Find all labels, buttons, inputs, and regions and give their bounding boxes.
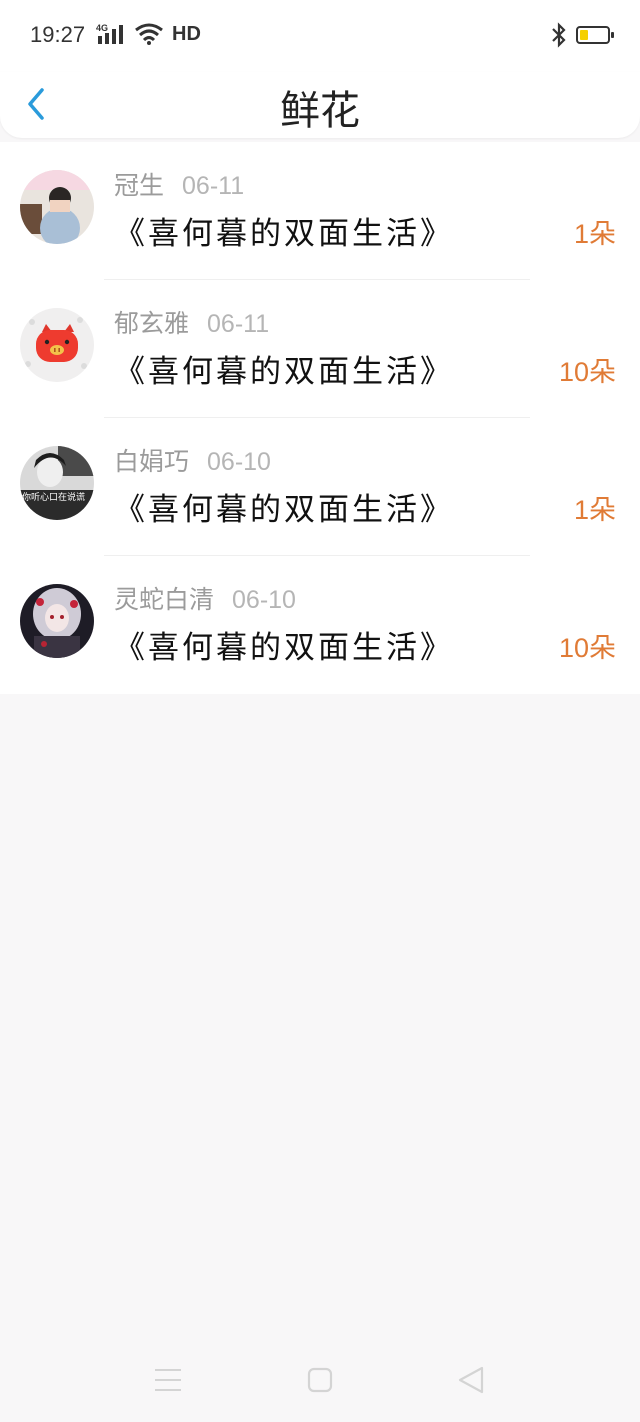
svg-text:你听心口在说谎: 你听心口在说谎 bbox=[22, 491, 85, 503]
bw-portrait-icon: 你听心口在说谎 bbox=[20, 446, 94, 520]
page-title: 鲜花 bbox=[280, 88, 360, 134]
home-button[interactable] bbox=[300, 1360, 340, 1400]
flower-count: 1朵 bbox=[573, 495, 616, 525]
user-avatar-photo-icon bbox=[20, 170, 94, 244]
sender-name: 灵蛇白清 bbox=[114, 585, 215, 614]
svg-text:4G: 4G bbox=[96, 23, 108, 33]
battery-icon bbox=[576, 26, 614, 44]
send-date: 06-11 bbox=[207, 310, 270, 338]
page-header: 鲜花 bbox=[0, 72, 640, 138]
book-title: 《喜何暮的双面生活》 bbox=[114, 630, 454, 666]
sender-name: 白娟巧 bbox=[114, 447, 190, 476]
sender-line: 灵蛇白清 06-10 bbox=[114, 580, 296, 616]
list-item[interactable]: 灵蛇白清 06-10 《喜何暮的双面生活》 10朵 bbox=[0, 556, 640, 694]
battery-level bbox=[580, 30, 588, 40]
home-square-icon bbox=[307, 1367, 333, 1393]
avatar bbox=[20, 584, 94, 658]
system-navbar bbox=[0, 1340, 640, 1422]
avatar bbox=[20, 170, 94, 244]
list-item[interactable]: 郁玄雅 06-11 《喜何暮的双面生活》 10朵 bbox=[0, 280, 640, 418]
back-triangle-icon bbox=[458, 1366, 484, 1394]
sender-line: 白娟巧 06-10 bbox=[114, 442, 271, 478]
book-title: 《喜何暮的双面生活》 bbox=[114, 492, 454, 528]
sender-name: 郁玄雅 bbox=[114, 309, 190, 338]
menu-button[interactable] bbox=[148, 1360, 188, 1400]
status-time: 19:27 bbox=[30, 22, 86, 47]
status-bar: 19:27 4G HD bbox=[0, 0, 640, 72]
avatar bbox=[20, 308, 94, 382]
send-date: 06-11 bbox=[182, 172, 245, 200]
avatar: 你听心口在说谎 bbox=[20, 446, 94, 520]
status-icons: 4G HD bbox=[96, 22, 201, 46]
anime-girl-icon bbox=[20, 584, 94, 658]
bluetooth-icon bbox=[552, 22, 566, 48]
back-nav-button[interactable] bbox=[452, 1360, 492, 1400]
sender-line: 冠生 06-11 bbox=[114, 166, 244, 202]
status-icons-right bbox=[550, 22, 614, 48]
signal-4g-icon: 4G bbox=[96, 23, 123, 44]
hd-indicator: HD bbox=[172, 22, 201, 45]
flower-count: 1朵 bbox=[573, 219, 616, 249]
menu-icon bbox=[155, 1369, 181, 1391]
sender-line: 郁玄雅 06-11 bbox=[114, 304, 269, 340]
flower-count: 10朵 bbox=[558, 633, 616, 663]
flower-count: 10朵 bbox=[558, 357, 616, 387]
wifi-icon bbox=[135, 23, 163, 45]
book-title: 《喜何暮的双面生活》 bbox=[114, 216, 454, 252]
sender-name: 冠生 bbox=[114, 171, 165, 200]
send-date: 06-10 bbox=[207, 448, 271, 476]
list-item[interactable]: 冠生 06-11 《喜何暮的双面生活》 1朵 bbox=[0, 142, 640, 280]
pig-sticker-icon bbox=[20, 308, 94, 382]
flower-list: 冠生 06-11 《喜何暮的双面生活》 1朵 郁玄雅 06-11 《喜何暮的双面… bbox=[0, 142, 640, 694]
list-item[interactable]: 你听心口在说谎 白娟巧 06-10 《喜何暮的双面生活》 1朵 bbox=[0, 418, 640, 556]
send-date: 06-10 bbox=[232, 586, 296, 614]
book-title: 《喜何暮的双面生活》 bbox=[114, 354, 454, 390]
